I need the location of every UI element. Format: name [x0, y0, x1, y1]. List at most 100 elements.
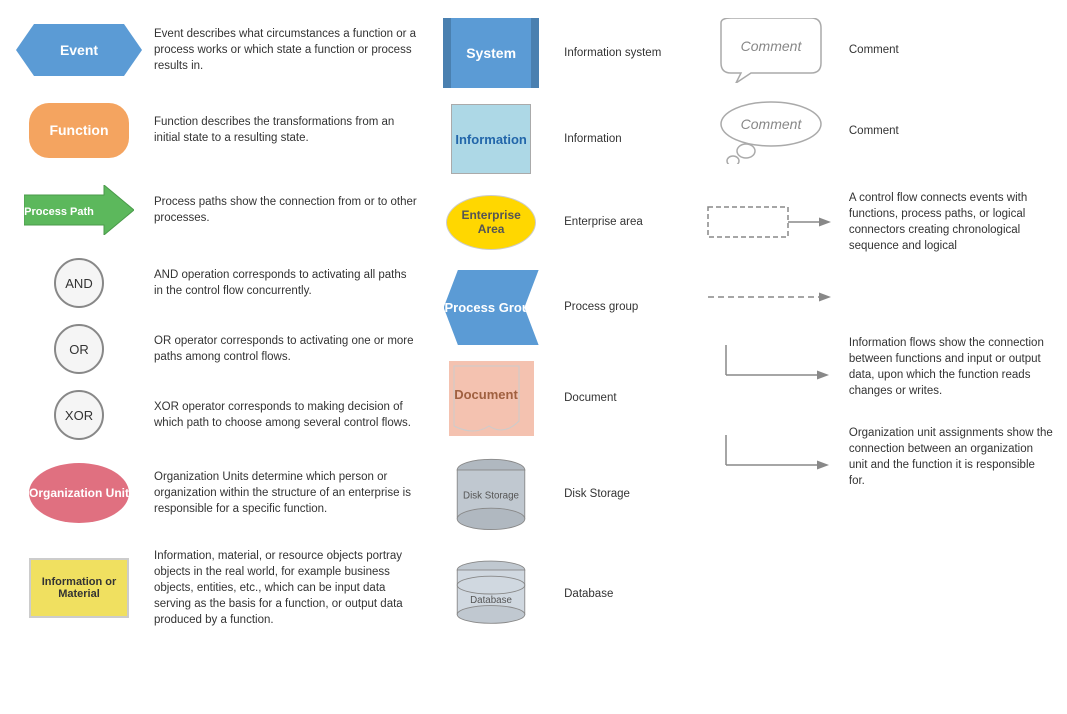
dashed-flow-row — [697, 272, 1057, 322]
system-desc: Information system — [556, 45, 693, 61]
function-desc: Function describes the transformations f… — [144, 114, 418, 146]
system-shape: System — [451, 18, 531, 88]
xor-desc: XOR operator corresponds to making decis… — [144, 399, 418, 431]
and-shape: AND — [54, 258, 104, 308]
function-label: Function — [49, 122, 108, 138]
process-group-desc: Process group — [556, 299, 693, 315]
event-row: Event Event describes what circumstances… — [10, 10, 422, 90]
control-flow-desc: A control flow connects events with func… — [841, 190, 1053, 254]
control-flow-dashed-box-svg — [706, 205, 836, 240]
and-label: AND — [65, 276, 92, 291]
control-flow-shape-cell — [701, 205, 841, 240]
dashed-flow-shape-cell — [701, 287, 841, 307]
info-flow-desc: Information flows show the connection be… — [841, 335, 1053, 399]
comment1-desc: Comment — [841, 42, 1053, 58]
xor-shape: XOR — [54, 390, 104, 440]
system-shape-cell: System — [426, 18, 556, 88]
comment2-desc: Comment — [841, 123, 1053, 139]
or-shape-cell: OR — [14, 324, 144, 374]
process-path-desc: Process paths show the connection from o… — [144, 194, 418, 226]
database-shape: Database — [446, 554, 536, 634]
xor-shape-cell: XOR — [14, 390, 144, 440]
system-row: System Information system — [422, 10, 697, 96]
event-shape: Event — [34, 24, 124, 76]
information-desc: Information — [556, 131, 693, 147]
or-desc: OR operator corresponds to activating on… — [144, 333, 418, 365]
enterprise-area-desc: Enterprise area — [556, 214, 693, 230]
control-flow-shapes — [706, 205, 836, 240]
svg-text:Process Path: Process Path — [24, 206, 94, 218]
org-unit-shape: Organization Unit — [29, 463, 129, 523]
info-material-shape: Information or Material — [29, 558, 129, 618]
column-1: Event Event describes what circumstances… — [10, 10, 422, 644]
document-shape: Document — [449, 361, 534, 436]
xor-row: XOR XOR operator corresponds to making d… — [10, 382, 422, 448]
process-path-row: Process Path Process paths show the conn… — [10, 170, 422, 250]
database-shape-cell: Database — [426, 554, 556, 634]
enterprise-area-row: Enterprise Area Enterprise area — [422, 182, 697, 262]
info-flow-svg — [706, 340, 836, 395]
enterprise-area-shape: Enterprise Area — [446, 195, 536, 250]
process-group-shape-cell: Process Group — [426, 270, 556, 345]
document-shape-cell: Document — [426, 361, 556, 436]
svg-text:Disk Storage: Disk Storage — [463, 490, 519, 501]
info-material-shape-cell: Information or Material — [14, 558, 144, 618]
event-desc: Event describes what circumstances a fun… — [144, 26, 418, 74]
and-row: AND AND operation corresponds to activat… — [10, 250, 422, 316]
org-unit-label: Organization Unit — [29, 486, 129, 500]
comment2-shape-cell: Comment — [701, 99, 841, 164]
system-wrapper: System — [451, 18, 531, 88]
org-assign-svg — [706, 430, 836, 485]
event-shape-cell: Event — [14, 24, 144, 76]
svg-text:Comment: Comment — [741, 38, 803, 54]
document-desc: Document — [556, 390, 693, 406]
or-shape: OR — [54, 324, 104, 374]
information-shape-cell: Information — [426, 104, 556, 174]
comment1-row: Comment Comment — [697, 10, 1057, 91]
information-label: Information — [455, 132, 527, 147]
function-shape-cell: Function — [14, 103, 144, 158]
process-path-shape-cell: Process Path — [14, 185, 144, 235]
information-row: Information Information — [422, 96, 697, 182]
disk-storage-row: Disk Storage Disk Storage — [422, 444, 697, 544]
information-shape: Information — [451, 104, 531, 174]
comment1-shape-cell: Comment — [701, 18, 841, 83]
info-flow-row: Information flows show the connection be… — [697, 322, 1057, 412]
database-desc: Database — [556, 586, 693, 602]
org-assign-row: Organization unit assignments show the c… — [697, 412, 1057, 502]
and-desc: AND operation corresponds to activating … — [144, 267, 418, 299]
org-unit-row: Organization Unit Organization Units det… — [10, 448, 422, 538]
org-assign-desc: Organization unit assignments show the c… — [841, 425, 1053, 489]
info-flow-shape-cell — [701, 340, 841, 395]
process-group-row: Process Group Process group — [422, 262, 697, 353]
and-shape-cell: AND — [14, 258, 144, 308]
svg-text:Document: Document — [454, 387, 518, 402]
document-row: Document Document — [422, 353, 697, 444]
svg-text:Comment: Comment — [741, 116, 803, 132]
or-row: OR OR operator corresponds to activating… — [10, 316, 422, 382]
function-row: Function Function describes the transfor… — [10, 90, 422, 170]
function-shape: Function — [29, 103, 129, 158]
info-material-row: Information or Material Information, mat… — [10, 538, 422, 638]
org-unit-desc: Organization Units determine which perso… — [144, 469, 418, 517]
info-material-label: Information or Material — [31, 576, 127, 600]
disk-storage-desc: Disk Storage — [556, 486, 693, 502]
svg-text:Database: Database — [470, 595, 512, 606]
legend-page: Event Event describes what circumstances… — [0, 0, 1067, 654]
enterprise-area-label: Enterprise Area — [447, 208, 535, 236]
disk-storage-shape: Disk Storage — [446, 454, 536, 534]
column-3: Comment Comment Comment Comment — [697, 10, 1057, 644]
xor-label: XOR — [65, 408, 93, 423]
system-label: System — [466, 45, 516, 61]
comment2-row: Comment Comment — [697, 91, 1057, 172]
column-2: System Information system Information In… — [422, 10, 697, 644]
process-group-label: Process Group — [445, 300, 538, 315]
enterprise-area-shape-cell: Enterprise Area — [426, 195, 556, 250]
comment2-shape: Comment — [711, 99, 831, 164]
event-label: Event — [60, 42, 98, 58]
dashed-flow-svg — [706, 287, 836, 307]
disk-storage-shape-cell: Disk Storage — [426, 454, 556, 534]
database-row: Database Database — [422, 544, 697, 644]
org-unit-shape-cell: Organization Unit — [14, 463, 144, 523]
or-label: OR — [69, 342, 89, 357]
